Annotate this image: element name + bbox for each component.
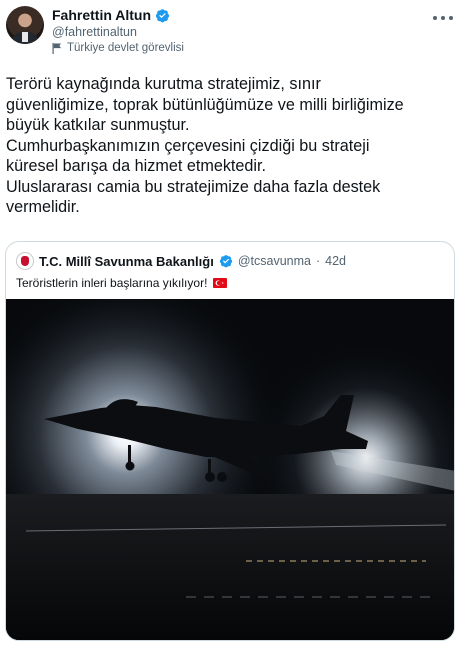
verified-badge-icon xyxy=(155,8,170,22)
tweet-text: Terörü kaynağında kurutma stratejimiz, s… xyxy=(6,74,461,218)
fighter-jet-night-photo[interactable] xyxy=(6,299,454,640)
tweet-text-line: Uluslararası camia bu stratejimize daha … xyxy=(6,177,381,196)
more-dot xyxy=(449,16,453,20)
more-dot xyxy=(441,16,445,20)
author-display-name[interactable]: Fahrettin Altun xyxy=(52,7,151,23)
more-icon[interactable] xyxy=(433,12,453,24)
tweet-text-line: Cumhurbaşkanımızın çerçevesini çizdiği b… xyxy=(6,136,370,155)
author-handle[interactable]: @fahrettinaltun xyxy=(52,25,137,39)
turkey-flag-icon xyxy=(213,278,228,288)
government-label[interactable]: Türkiye devlet görevlisi xyxy=(52,42,184,54)
quoted-tweet-header: T.C. Millî Savunma Bakanlığı @tcsavunma … xyxy=(16,252,346,270)
author-avatar[interactable] xyxy=(6,6,44,44)
tweet-text-line: güvenliğimize, toprak bütünlüğümüze ve m… xyxy=(6,95,404,114)
tweet-text-line: küresel barışa da hizmet etmektedir. xyxy=(6,157,267,175)
quoted-time: 42d xyxy=(325,254,346,268)
avatar-collar xyxy=(22,32,28,42)
quoted-tweet-text: Teröristlerin inleri başlarına yıkılıyor… xyxy=(16,276,208,290)
author-name-row[interactable]: Fahrettin Altun xyxy=(52,7,170,23)
quoted-author-avatar xyxy=(16,252,34,270)
flag-icon xyxy=(52,42,61,54)
quoted-author-handle: @tcsavunma xyxy=(237,254,311,268)
quoted-tweet-text-row: Teröristlerin inleri başlarına yıkılıyor… xyxy=(16,276,228,290)
quoted-tweet[interactable]: T.C. Millî Savunma Bakanlığı @tcsavunma … xyxy=(5,241,455,641)
quoted-separator: · xyxy=(315,254,321,268)
tweet-text-line: vermelidir. xyxy=(6,198,80,216)
runway-ground xyxy=(6,494,454,640)
tweet-header: Fahrettin Altun @fahrettinaltun Türkiye … xyxy=(0,0,465,64)
more-dot xyxy=(433,16,437,20)
tweet-text-line: büyük katkılar sunmuştur. xyxy=(6,116,190,134)
quoted-author-name: T.C. Millî Savunma Bakanlığı xyxy=(39,253,214,269)
government-label-text: Türkiye devlet görevlisi xyxy=(67,42,184,54)
tweet-text-line: Terörü kaynağında kurutma stratejimiz, s… xyxy=(6,75,321,93)
verified-badge-icon xyxy=(219,255,232,268)
jet-photo-svg xyxy=(6,299,454,640)
